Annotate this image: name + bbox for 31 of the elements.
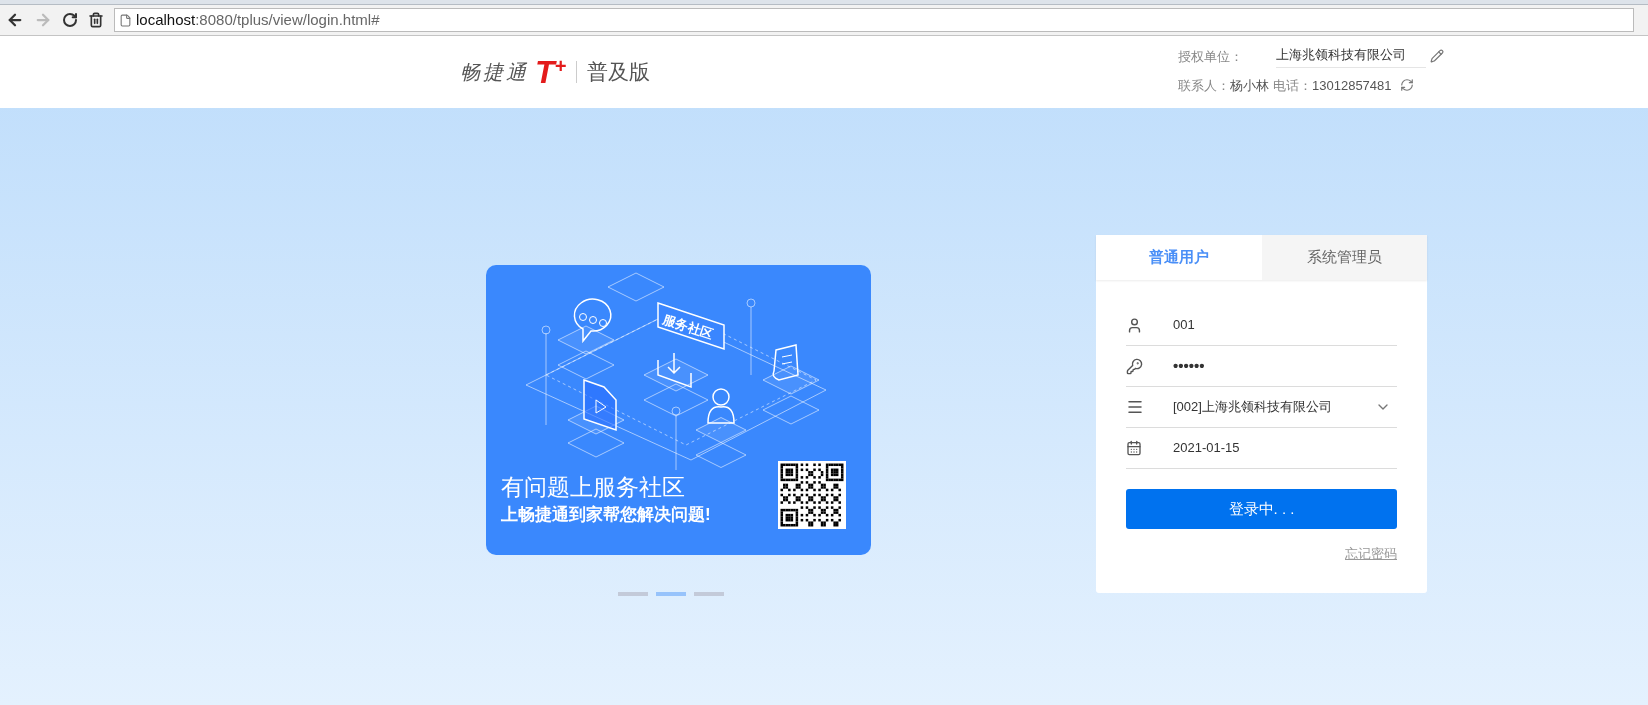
sign-label: 服务社区	[657, 301, 725, 351]
user-icon	[1126, 316, 1143, 334]
input-field[interactable]: ••••••	[1173, 354, 1397, 378]
reload-icon[interactable]	[62, 12, 78, 28]
input-field[interactable]: 2021-01-15	[1173, 438, 1397, 458]
back-icon[interactable]	[6, 11, 24, 29]
address-bar[interactable]: localhost:8080/tplus/view/login.html#	[114, 8, 1634, 32]
logo-name: 畅捷通	[460, 60, 529, 85]
url-text: localhost:8080/tplus/view/login.html#	[136, 9, 380, 30]
contact-name: 杨小林	[1230, 76, 1269, 95]
contact-label: 联系人：	[1178, 76, 1230, 95]
license-label: 授权单位：	[1178, 47, 1244, 66]
phone-label: 电话：	[1273, 76, 1312, 95]
trash-icon[interactable]	[88, 12, 104, 28]
list-icon	[1126, 398, 1144, 416]
edit-icon[interactable]	[1430, 49, 1444, 64]
phone-number: 13012857481	[1312, 76, 1392, 95]
qr-code	[778, 461, 846, 529]
banner-subtitle: 上畅捷通到家帮您解决问题!	[501, 504, 711, 526]
logo-edition: 普及版	[587, 59, 651, 86]
logo-mark: T+	[535, 56, 567, 88]
calendar-icon	[1126, 440, 1142, 456]
license-value: 上海兆领科技有限公司	[1276, 45, 1426, 68]
banner-title: 有问题上服务社区	[501, 473, 685, 502]
login-tab[interactable]: 系统管理员	[1261, 235, 1427, 280]
page-icon	[119, 13, 132, 27]
input-field[interactable]: 001	[1173, 315, 1397, 335]
key-icon	[1126, 357, 1143, 375]
login-button[interactable]: 登录中. . .	[1126, 489, 1397, 529]
company-select[interactable]: [002]上海兆领科技有限公司	[1173, 397, 1375, 417]
refresh-icon[interactable]	[1399, 78, 1414, 93]
